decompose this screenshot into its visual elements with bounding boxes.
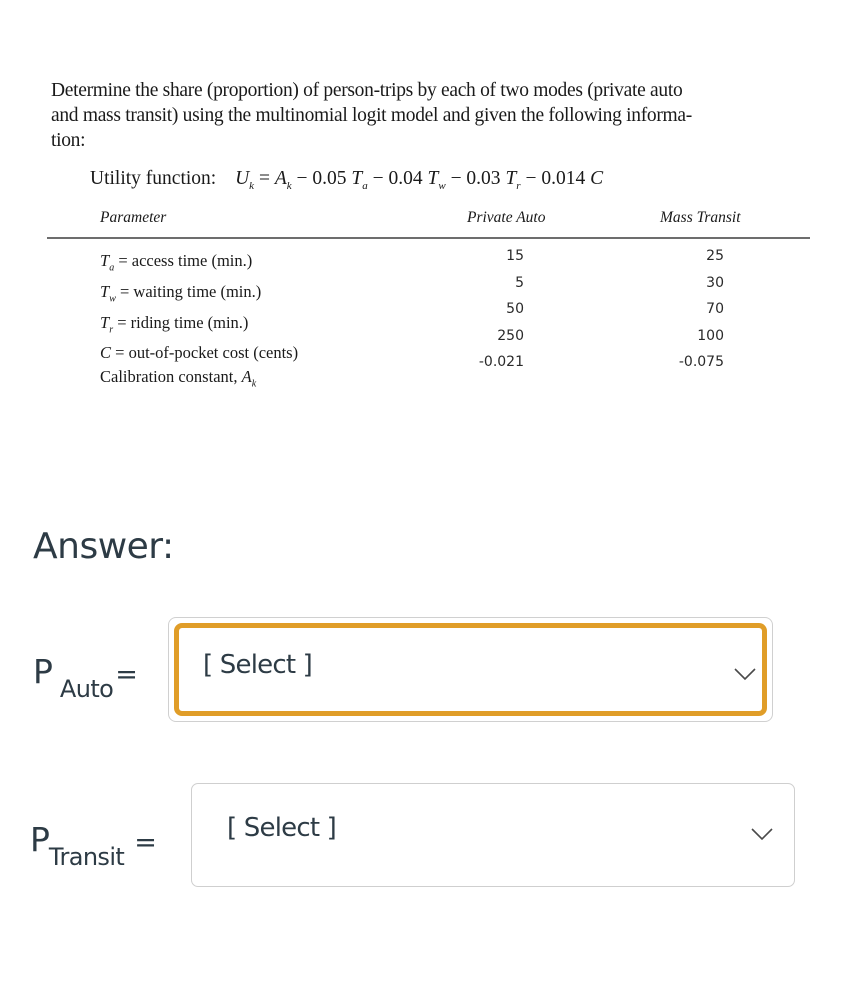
param-row: C = out-of-pocket cost (cents)	[100, 343, 299, 363]
transit-value: -0.075	[678, 354, 724, 370]
param-row: Ta = access time (min.)	[100, 251, 253, 274]
header-private-auto: Private Auto	[467, 209, 546, 226]
p-transit-label: PTransit =	[30, 820, 157, 871]
problem-line-1: Determine the share (proportion) of pers…	[51, 80, 683, 101]
param-row: Tr = riding time (min.)	[100, 312, 249, 335]
auto-value: 250	[497, 327, 524, 344]
utility-label: Utility function:	[90, 168, 217, 189]
chevron-down-icon	[734, 668, 756, 681]
p-auto-label: P Auto=	[33, 652, 138, 703]
problem-line-2: and mass transit) using the multinomial …	[51, 105, 692, 126]
chevron-down-icon	[751, 828, 773, 841]
p-transit-select[interactable]: [ Select ]	[191, 783, 795, 887]
parameter-list: Ta = access time (min.) Tw = waiting tim…	[100, 249, 298, 396]
param-row: Tw = waiting time (min.)	[100, 281, 262, 305]
auto-value: 5	[515, 274, 524, 291]
auto-value: -0.021	[478, 354, 524, 370]
p-transit-select-value: [ Select ]	[227, 813, 337, 843]
problem-statement: Determine the share (proportion) of pers…	[51, 78, 821, 153]
auto-value: 15	[506, 248, 524, 264]
utility-formula: Uk = Ak − 0.05 Ta − 0.04 Tw − 0.03 Tr − …	[235, 168, 604, 192]
transit-value: 25	[706, 248, 724, 264]
table-rule	[47, 237, 810, 239]
p-auto-select[interactable]: [ Select ]	[174, 623, 767, 716]
answer-heading: Answer:	[33, 526, 174, 567]
header-mass-transit: Mass Transit	[660, 209, 741, 226]
transit-value: 100	[697, 327, 724, 344]
header-parameter: Parameter	[100, 209, 167, 226]
transit-value: 30	[706, 274, 724, 291]
param-row: Calibration constant, Ak	[100, 366, 257, 390]
p-auto-select-value: [ Select ]	[203, 650, 313, 680]
problem-line-3: tion:	[51, 130, 86, 151]
mass-transit-values: 25 30 70 100 -0.075	[660, 243, 724, 376]
auto-value: 50	[506, 301, 524, 317]
utility-function: Utility function: Uk = Ak − 0.05 Ta − 0.…	[90, 168, 603, 192]
private-auto-values: 15 5 50 250 -0.021	[460, 243, 524, 376]
transit-value: 70	[706, 301, 724, 317]
